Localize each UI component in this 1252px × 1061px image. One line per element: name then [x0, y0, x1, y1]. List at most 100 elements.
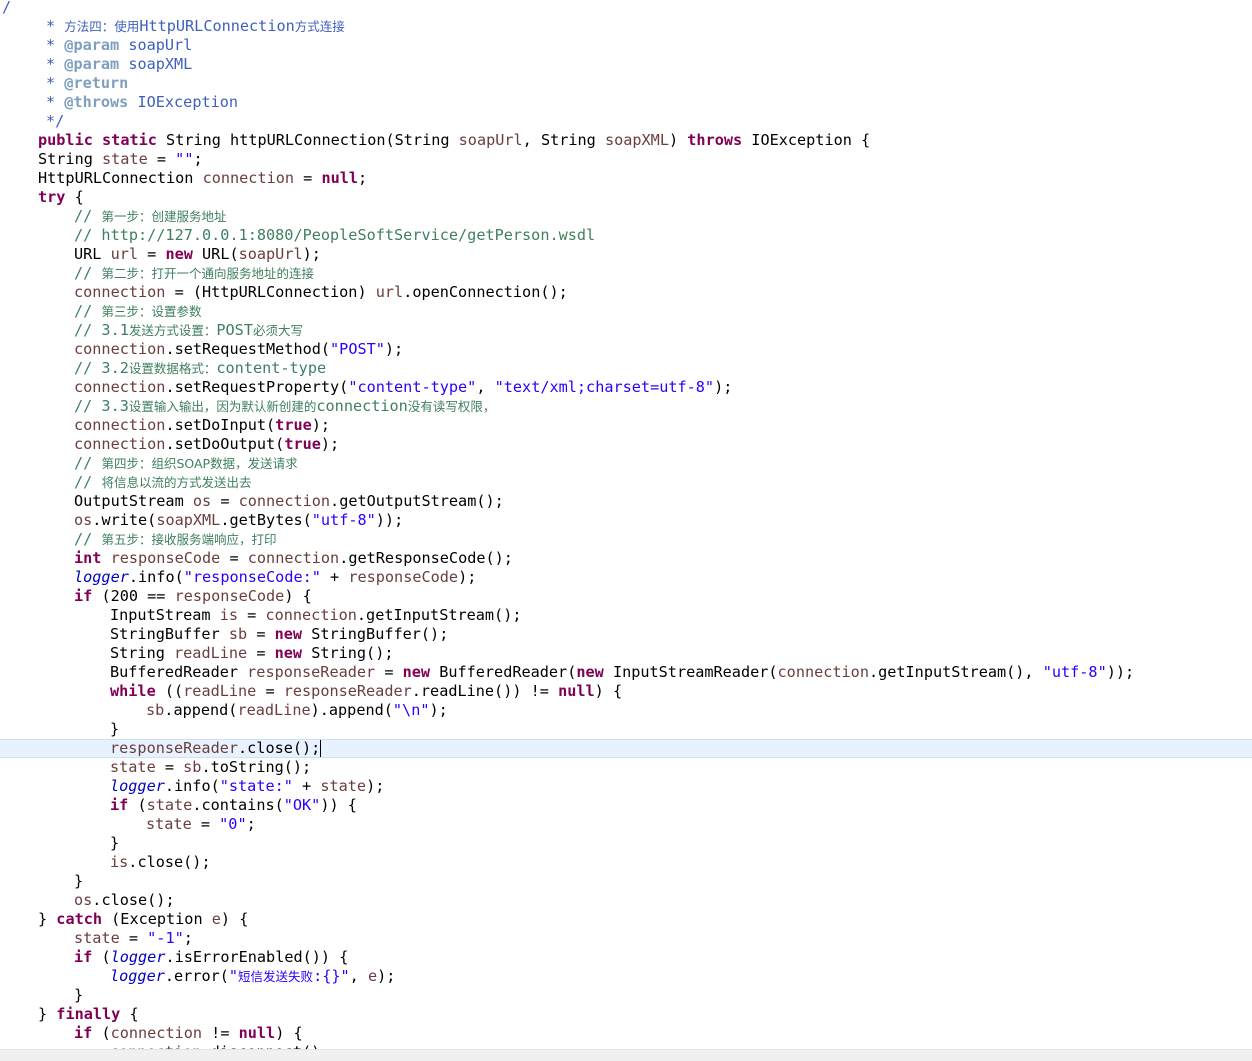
- code-token: BufferedReader(: [430, 663, 576, 681]
- code-token: finally: [56, 1005, 120, 1023]
- code-line[interactable]: is.close();: [0, 853, 1252, 872]
- code-token: 第一步：创建服务地址: [101, 209, 226, 224]
- code-lines[interactable]: /* 方法四：使用HttpURLConnection方式连接* @param s…: [0, 0, 1252, 1049]
- code-line[interactable]: // 第一步：创建服务地址: [0, 207, 1252, 226]
- code-token: state: [147, 796, 193, 814]
- code-token: os: [74, 511, 92, 529]
- code-token: /: [2, 0, 11, 16]
- code-token: .readLine()) !=: [412, 682, 558, 700]
- code-line[interactable]: }: [0, 986, 1252, 1005]
- code-token: {: [65, 188, 83, 206]
- code-token: :{}": [313, 967, 350, 985]
- code-line[interactable]: // http://127.0.0.1:8080/PeopleSoftServi…: [0, 226, 1252, 245]
- code-line[interactable]: if (state.contains("OK")) {: [0, 796, 1252, 815]
- code-line[interactable]: InputStream is = connection.getInputStre…: [0, 606, 1252, 625]
- code-line[interactable]: connection.setRequestMethod("POST");: [0, 340, 1252, 359]
- code-line[interactable]: if (200 == responseCode) {: [0, 587, 1252, 606]
- code-line[interactable]: String state = "";: [0, 150, 1252, 169]
- code-line[interactable]: logger.info("state:" + state);: [0, 777, 1252, 796]
- code-line[interactable]: // 3.3设置输入输出，因为默认新创建的connection没有读写权限，: [0, 397, 1252, 416]
- code-token: IOException: [128, 93, 238, 111]
- code-line[interactable]: logger.info("responseCode:" + responseCo…: [0, 568, 1252, 587]
- code-token: connection: [316, 397, 407, 415]
- code-line[interactable]: /: [0, 0, 1252, 17]
- code-token: .close();: [128, 853, 210, 871]
- code-line[interactable]: os.close();: [0, 891, 1252, 910]
- code-line[interactable]: // 将信息以流的方式发送出去: [0, 473, 1252, 492]
- code-token: ;: [358, 169, 367, 187]
- code-line[interactable]: * @throws IOException: [0, 93, 1252, 112]
- code-line[interactable]: while ((readLine = responseReader.readLi…: [0, 682, 1252, 701]
- code-token: =: [211, 492, 238, 510]
- code-token: true: [275, 416, 312, 434]
- code-line[interactable]: // 第三步：设置参数: [0, 302, 1252, 321]
- code-line[interactable]: // 第二步：打开一个通向服务地址的连接: [0, 264, 1252, 283]
- code-line[interactable]: connection.setDoInput(true);: [0, 416, 1252, 435]
- code-token: ) {: [284, 587, 311, 605]
- code-line[interactable]: // 第五步：接收服务端响应，打印: [0, 530, 1252, 549]
- code-token: "utf-8": [312, 511, 376, 529]
- current-code-line[interactable]: responseReader.close();: [0, 739, 1252, 758]
- code-line[interactable]: connection.setRequestProperty("content-t…: [0, 378, 1252, 397]
- code-line[interactable]: // 第四步：组织SOAP数据，发送请求: [0, 454, 1252, 473]
- code-line[interactable]: int responseCode = connection.getRespons…: [0, 549, 1252, 568]
- code-token: "text/xml;charset=utf-8": [495, 378, 714, 396]
- code-token: throws: [687, 131, 742, 149]
- code-token: +: [293, 777, 320, 795]
- code-token: connection: [239, 492, 330, 510]
- code-token: .setRequestProperty(: [165, 378, 348, 396]
- code-line[interactable]: * @param soapXML: [0, 55, 1252, 74]
- code-token: @param: [64, 55, 119, 73]
- code-line[interactable]: } finally {: [0, 1005, 1252, 1024]
- code-line[interactable]: } catch (Exception e) {: [0, 910, 1252, 929]
- code-line[interactable]: * @return: [0, 74, 1252, 93]
- code-line[interactable]: HttpURLConnection connection = null;: [0, 169, 1252, 188]
- code-line[interactable]: * @param soapUrl: [0, 36, 1252, 55]
- code-token: ": [229, 967, 238, 985]
- code-line[interactable]: // 3.1发送方式设置：POST必须大写: [0, 321, 1252, 340]
- code-line[interactable]: try {: [0, 188, 1252, 207]
- code-line[interactable]: // 3.2设置数据格式：content-type: [0, 359, 1252, 378]
- code-editor[interactable]: /* 方法四：使用HttpURLConnection方式连接* @param s…: [0, 0, 1252, 1049]
- code-line[interactable]: URL url = new URL(soapUrl);: [0, 245, 1252, 264]
- code-line[interactable]: }: [0, 720, 1252, 739]
- code-token: =: [192, 815, 219, 833]
- code-line[interactable]: connection = (HttpURLConnection) url.ope…: [0, 283, 1252, 302]
- code-line[interactable]: * 方法四：使用HttpURLConnection方式连接: [0, 17, 1252, 36]
- code-token: 短信发送失败: [238, 969, 313, 984]
- code-token: readLine: [183, 682, 256, 700]
- code-line[interactable]: if (connection != null) {: [0, 1024, 1252, 1043]
- code-line[interactable]: StringBuffer sb = new StringBuffer();: [0, 625, 1252, 644]
- code-token: true: [284, 435, 321, 453]
- code-line[interactable]: state = "-1";: [0, 929, 1252, 948]
- code-token: .getInputStream();: [357, 606, 522, 624]
- code-line[interactable]: state = sb.toString();: [0, 758, 1252, 777]
- code-token: connection: [111, 1024, 202, 1042]
- code-line[interactable]: logger.error("短信发送失败:{}", e);: [0, 967, 1252, 986]
- code-line[interactable]: }: [0, 834, 1252, 853]
- code-line[interactable]: BufferedReader responseReader = new Buff…: [0, 663, 1252, 682]
- code-line[interactable]: public static String httpURLConnection(S…: [0, 131, 1252, 150]
- horizontal-scrollbar[interactable]: [0, 1049, 1252, 1061]
- code-token: .contains(: [192, 796, 283, 814]
- code-line[interactable]: sb.append(readLine).append("\n");: [0, 701, 1252, 720]
- code-line[interactable]: if (logger.isErrorEnabled()) {: [0, 948, 1252, 967]
- code-line[interactable]: String readLine = new String();: [0, 644, 1252, 663]
- code-token: [93, 131, 102, 149]
- code-token: =: [247, 644, 274, 662]
- code-token: =: [220, 549, 247, 567]
- code-line[interactable]: */: [0, 112, 1252, 131]
- code-line[interactable]: state = "0";: [0, 815, 1252, 834]
- code-token: //: [74, 302, 101, 320]
- code-line[interactable]: }: [0, 872, 1252, 891]
- code-line[interactable]: OutputStream os = connection.getOutputSt…: [0, 492, 1252, 511]
- code-token: 没有读写权限，: [408, 399, 496, 414]
- code-token: state: [74, 929, 120, 947]
- code-token: );: [385, 340, 403, 358]
- code-line[interactable]: os.write(soapXML.getBytes("utf-8"));: [0, 511, 1252, 530]
- code-token: @param: [64, 36, 119, 54]
- code-token: ) {: [275, 1024, 302, 1042]
- code-token: .write(: [92, 511, 156, 529]
- code-line[interactable]: connection.setDoOutput(true);: [0, 435, 1252, 454]
- code-token: 方法四：使用: [64, 19, 139, 34]
